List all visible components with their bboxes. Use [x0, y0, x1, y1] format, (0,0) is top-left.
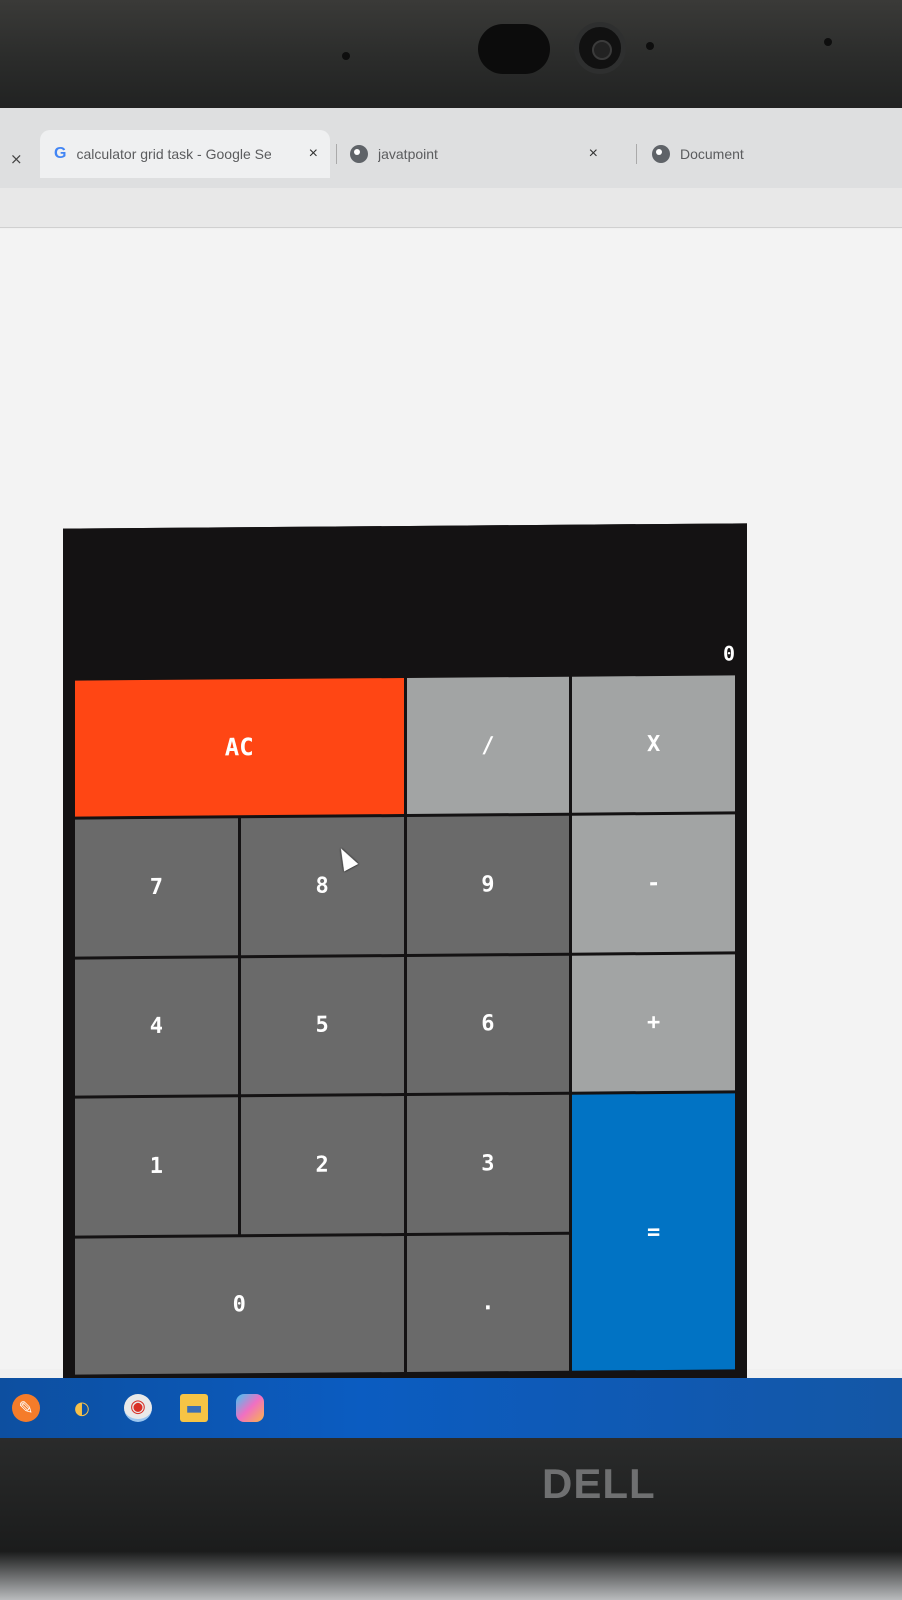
bezel-sensor-dot	[824, 38, 832, 46]
edge-icon[interactable]: ◐	[68, 1394, 96, 1422]
decimal-button[interactable]: .	[406, 1234, 570, 1372]
divide-button[interactable]: /	[406, 676, 570, 815]
digit-9-button[interactable]: 9	[406, 816, 570, 954]
digit-8-button[interactable]: 8	[240, 817, 404, 956]
digit-1-button[interactable]: 1	[75, 1097, 238, 1236]
clear-button[interactable]: AC	[75, 678, 404, 817]
calculator: 0 AC / X 7 8 9 - 4 5 6 + 1 2 3 = 0 .	[63, 523, 747, 1385]
dell-logo: DELL	[542, 1460, 656, 1507]
bezel-sensor-dot	[342, 52, 350, 60]
webcam-icon	[574, 22, 626, 74]
globe-icon	[350, 145, 368, 163]
tab-calculator-grid-task[interactable]: G calculator grid task - Google Se ×	[40, 130, 330, 178]
close-icon[interactable]: ×	[10, 150, 23, 168]
plus-button[interactable]: +	[572, 954, 735, 1092]
equals-button[interactable]: =	[572, 1093, 735, 1371]
digit-6-button[interactable]: 6	[406, 955, 570, 1094]
keypad: AC / X 7 8 9 - 4 5 6 + 1 2 3 = 0 .	[75, 675, 735, 1375]
file-explorer-icon[interactable]: ▬	[180, 1394, 208, 1422]
tab-label: javatpoint	[378, 146, 438, 162]
tab-close-icon[interactable]: ×	[589, 145, 598, 163]
screen: × G calculator grid task - Google Se × j…	[0, 108, 902, 1438]
browser-tab-bar: × G calculator grid task - Google Se × j…	[0, 108, 902, 188]
google-icon: G	[54, 145, 67, 162]
digit-0-button[interactable]: 0	[75, 1235, 404, 1375]
bezel-sensor-dot	[646, 42, 654, 50]
digit-5-button[interactable]: 5	[240, 956, 404, 1095]
digit-4-button[interactable]: 4	[75, 958, 238, 1096]
minus-button[interactable]: -	[572, 814, 735, 953]
multiply-button[interactable]: X	[572, 675, 735, 814]
browser-toolbar	[0, 188, 902, 228]
laptop-bottom-bezel: DELL	[0, 1438, 902, 1600]
webcam-shutter	[478, 24, 550, 74]
display-value: 0	[722, 641, 735, 666]
tab-divider	[336, 144, 337, 164]
tab-label: calculator grid task - Google Se	[76, 146, 272, 162]
tab-document[interactable]: Document	[652, 130, 892, 178]
digit-7-button[interactable]: 7	[75, 818, 238, 957]
copilot-icon[interactable]	[236, 1394, 264, 1422]
taskbar: ✎ ◐ ◉ ▬	[0, 1378, 902, 1438]
digit-3-button[interactable]: 3	[406, 1094, 570, 1233]
calculator-display: 0	[63, 523, 747, 679]
pinned-app-icon[interactable]: ✎	[12, 1394, 40, 1422]
tab-divider	[636, 144, 637, 164]
tab-close-icon[interactable]: ×	[309, 145, 318, 163]
chrome-icon[interactable]: ◉	[124, 1394, 152, 1422]
tab-label: Document	[680, 146, 744, 162]
digit-2-button[interactable]: 2	[240, 1096, 404, 1234]
globe-icon	[652, 145, 670, 163]
tab-javatpoint[interactable]: javatpoint ×	[350, 130, 610, 178]
page-content: 0 AC / X 7 8 9 - 4 5 6 + 1 2 3 = 0 .	[0, 229, 902, 1385]
